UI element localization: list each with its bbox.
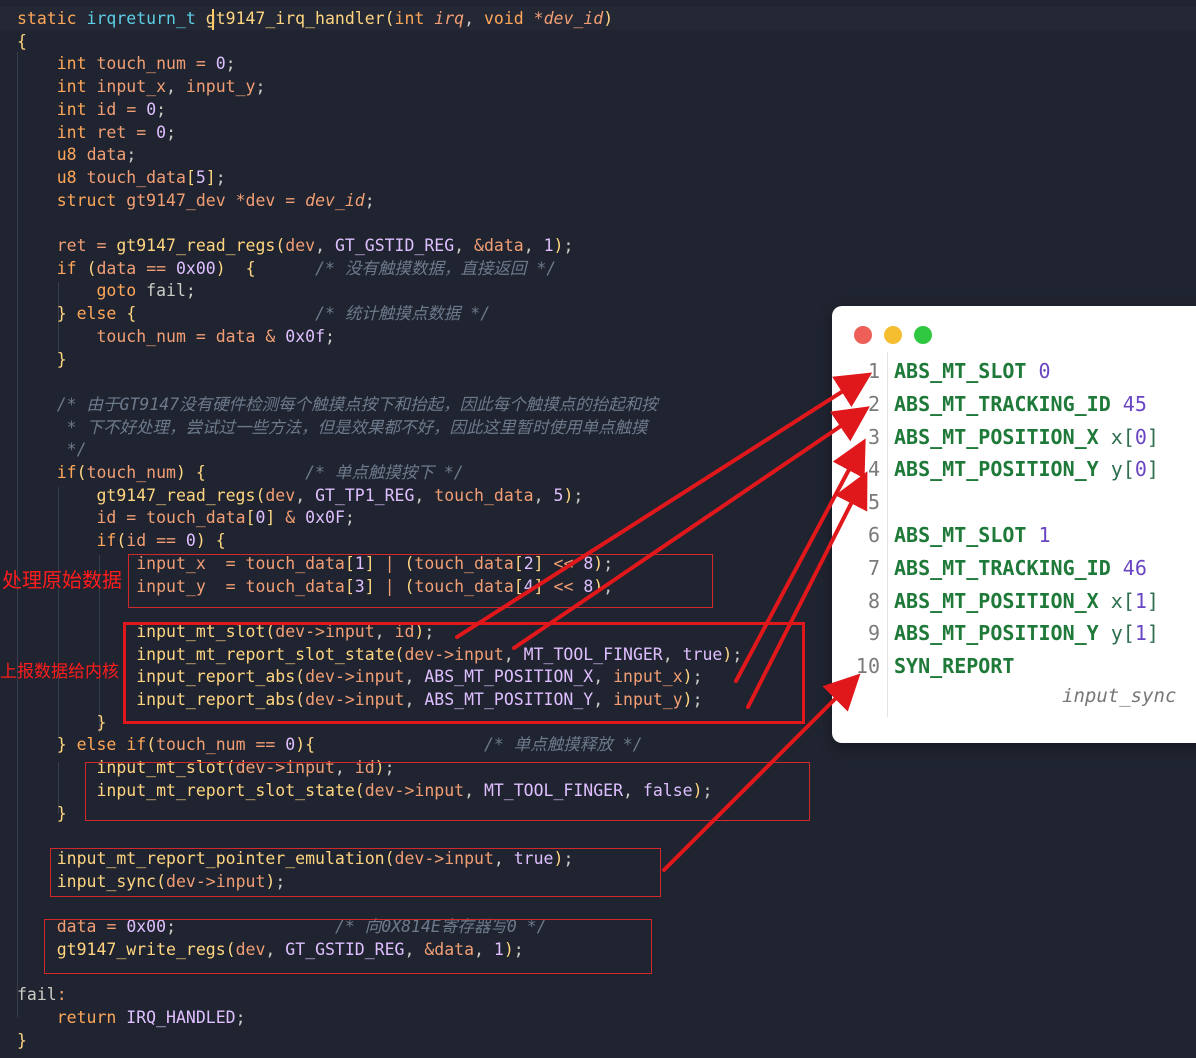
card-line-number: 7	[867, 555, 880, 580]
card-line-text: SYN_REPORT	[894, 654, 1015, 679]
code-line: /* 由于GT9147没有硬件检测每个触摸点按下和抬起，因此每个触摸点的抬起和按	[56, 394, 658, 414]
card-line-number: 4	[867, 457, 880, 482]
code-line: touch_num = data & 0x0f;	[96, 326, 335, 346]
raw-data-box	[128, 554, 713, 608]
report-kernel-annotation: 上报数据给内核	[0, 662, 119, 682]
card-line-number: 10	[855, 654, 880, 679]
protocol-card: 1 ABS_MT_SLOT 0 2 ABS_MT_TRACKING_ID 45 3 ABS…	[832, 306, 1196, 743]
raw-data-annotation: 处理原始数据	[2, 568, 122, 592]
code-line: */	[17, 440, 87, 460]
report-box	[123, 622, 805, 724]
card-line: 6 ABS_MT_SLOT 1	[832, 520, 1196, 550]
code-line: } else { /* 统计触摸点数据 */	[56, 304, 491, 324]
code-line: int touch_num = 0;	[56, 54, 236, 74]
code-line: if(touch_num) { /* 单点触摸按下 */	[56, 463, 464, 482]
sync-box	[50, 848, 661, 897]
card-line-number: 5	[867, 490, 880, 515]
card-caption: input_sync	[1062, 685, 1177, 707]
code-line: }	[96, 712, 107, 732]
code-line: u8 touch_data[5];	[56, 167, 226, 187]
card-line-number: 3	[867, 424, 880, 449]
card-line-number: 2	[867, 391, 880, 416]
code-line: static irqreturn_t gt9147_irq_handler(in…	[0, 7, 1196, 30]
card-line-text: ABS_MT_TRACKING_ID 45	[894, 391, 1147, 416]
card-line-text: ABS_MT_TRACKING_ID 46	[894, 555, 1147, 580]
code-line: u8 data;	[56, 145, 137, 165]
code-line: int ret = 0;	[56, 122, 176, 142]
code-line: int id = 0;	[56, 99, 167, 119]
card-line: 4 ABS_MT_POSITION_Y y[0]	[832, 454, 1196, 484]
code-line: if(id == 0) {	[96, 531, 226, 551]
card-line: 7 ABS_MT_TRACKING_ID 46	[832, 553, 1196, 583]
code-line: int input_x, input_y;	[56, 77, 266, 97]
card-line-text: ABS_MT_POSITION_Y y[0]	[894, 457, 1159, 482]
close-dot-icon[interactable]	[854, 326, 872, 344]
card-line-number: 1	[867, 359, 880, 383]
code-line: return IRQ_HANDLED;	[56, 1007, 246, 1027]
card-line: 9 ABS_MT_POSITION_Y y[1]	[832, 618, 1196, 648]
clear-box	[44, 919, 652, 974]
code-line: if (data == 0x00) { /* 没有触摸数据，直接返回 */	[56, 258, 557, 278]
code-line: }	[56, 803, 67, 823]
code-line: fail:	[17, 985, 67, 1005]
code-line: }	[17, 1030, 27, 1050]
code-line: goto fail;	[96, 281, 196, 301]
code-line: * 下不好处理，尝试过一些方法，但是效果都不好，因此这里暂时使用单点触摸	[17, 417, 648, 437]
card-line-number: 8	[867, 588, 880, 613]
code-line: {	[17, 31, 27, 51]
card-line: 2 ABS_MT_TRACKING_ID 45	[832, 389, 1196, 419]
code-line: } else if(touch_num == 0){ /* 单点触摸释放 */	[56, 735, 643, 755]
code-line: id = touch_data[0] & 0x0F;	[96, 508, 355, 528]
code-line: gt9147_read_regs(dev, GT_TP1_REG, touch_…	[96, 485, 584, 505]
card-line-number: 9	[867, 621, 880, 646]
card-line: 3 ABS_MT_POSITION_X x[0]	[832, 422, 1196, 452]
card-line: 1 ABS_MT_SLOT 0	[832, 356, 1196, 386]
release-box	[85, 762, 810, 821]
card-line-text: ABS_MT_SLOT 1	[894, 523, 1051, 547]
maximize-dot-icon[interactable]	[914, 326, 932, 344]
text-cursor	[212, 9, 214, 30]
card-line-text: ABS_MT_POSITION_Y y[1]	[894, 621, 1159, 646]
minimize-dot-icon[interactable]	[884, 326, 902, 344]
card-line: 10 SYN_REPORT	[832, 651, 1196, 681]
card-line-number: 6	[867, 523, 880, 547]
code-line: struct gt9147_dev *dev = dev_id;	[56, 190, 375, 210]
card-line-text: ABS_MT_POSITION_X x[1]	[894, 588, 1159, 613]
card-line: 5	[832, 487, 1196, 517]
code-line: }	[56, 349, 67, 369]
code-line: ret = gt9147_read_regs(dev, GT_GSTID_REG…	[56, 236, 574, 255]
card-line-text: ABS_MT_POSITION_X x[0]	[894, 424, 1159, 449]
card-line: 8 ABS_MT_POSITION_X x[1]	[832, 586, 1196, 616]
card-line-text: ABS_MT_SLOT 0	[894, 359, 1051, 383]
